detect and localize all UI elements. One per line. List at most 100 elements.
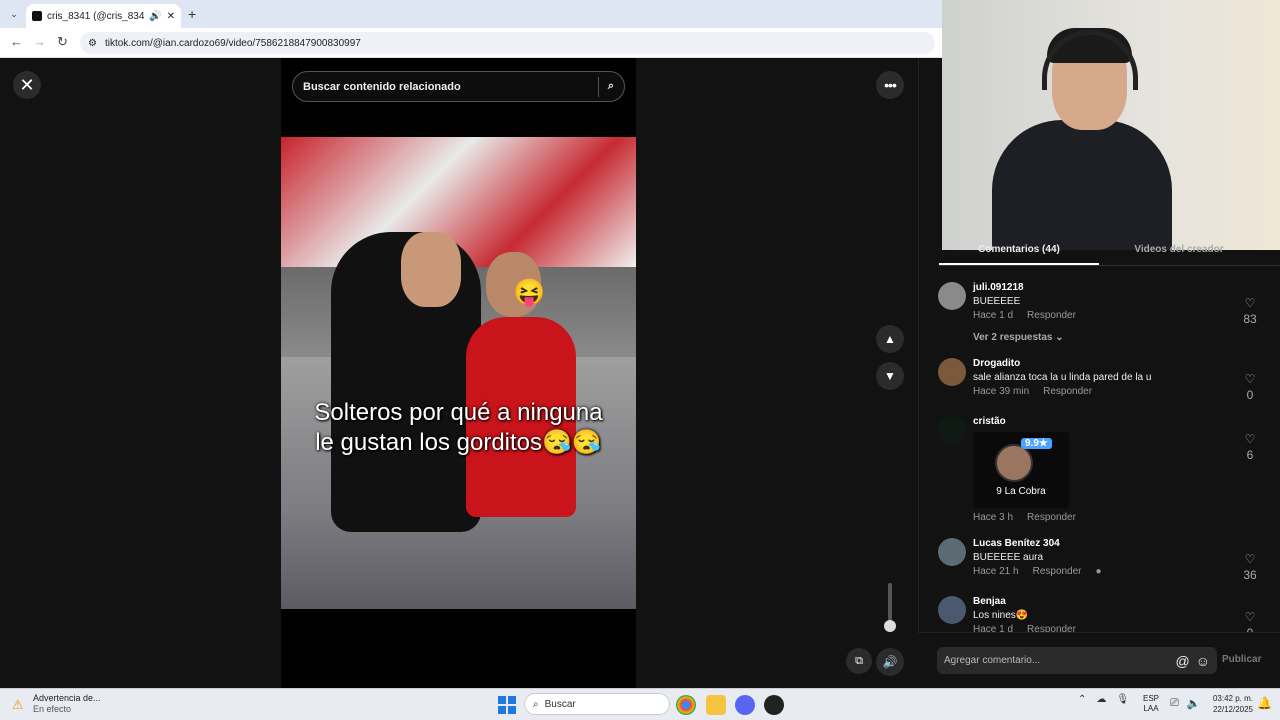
video-caption: Solteros por qué a ninguna le gustan los… [281,398,636,458]
tiktok-favicon-icon [32,11,42,21]
video-player[interactable]: 😝 [281,137,636,609]
like-count: 6 [1246,448,1254,462]
avatar[interactable] [938,282,966,310]
microphone-icon[interactable]: 🎙 [1116,694,1129,705]
browser-tab[interactable]: cris_8341 (@cris_8341) | Tik 🔊 ✕ [26,4,181,28]
comment-text: BUEEEEE aura [973,552,1044,563]
file-explorer-icon[interactable] [706,695,726,715]
search-placeholder: Buscar contenido relacionado [303,80,461,93]
comment-text: Los nines😍 [973,610,1029,621]
reply-button[interactable]: Responder [1043,386,1092,397]
comment-sticker: 9.9★ 9 La Cobra [973,432,1069,508]
next-video-icon[interactable]: ▼ [876,362,904,390]
heart-icon[interactable]: ♡ [1245,432,1256,446]
caption-line-1: Solteros por qué a ninguna [314,399,603,426]
weather-warning-title[interactable]: Advertencia de... [33,693,101,703]
comment-time: Hace 3 h [973,512,1014,523]
url-text: tiktok.com/@ian.cardozo69/video/75862188… [104,37,361,49]
mention-icon[interactable]: @ [1175,653,1189,669]
search-icon: ⌕ [533,698,539,710]
heart-icon[interactable]: ♡ [1245,296,1256,310]
comment-input[interactable]: Agregar comentario... @ ☺ [937,647,1217,674]
rating-badge: 9.9★ [1021,438,1052,449]
discord-icon[interactable] [735,695,755,715]
chevron-up-icon[interactable]: ⌃ [1078,694,1086,705]
weather-warning-subtitle: En efecto [33,704,72,714]
search-icon[interactable]: ⌕ [608,80,614,93]
comment-user[interactable]: cristão [973,416,1006,427]
notification-icon[interactable]: 🔔 [1257,696,1272,710]
picture-in-picture-icon[interactable]: ⧉ [846,648,872,674]
like-count: 36 [1243,568,1257,582]
sticker-label: 9 La Cobra [996,486,1046,497]
clock-date: 22/12/2025 [1212,705,1253,714]
reply-button[interactable]: Responder [1027,310,1076,321]
obs-icon[interactable] [764,695,784,715]
close-icon[interactable]: ✕ [13,71,41,99]
tab-list-icon[interactable]: ⌄ [6,6,22,22]
reply-button[interactable]: Responder [1027,624,1076,632]
chrome-icon[interactable] [676,695,696,715]
comment-user[interactable]: Benjaa [973,596,1006,607]
avatar[interactable] [938,358,966,386]
site-info-icon[interactable]: ⚙ [88,38,97,49]
comment-time: Hace 1 d [973,310,1014,321]
webcam-overlay [942,0,1280,250]
heart-icon[interactable]: ♡ [1245,372,1256,386]
tab-creator-videos[interactable]: Videos del creador [1099,244,1259,255]
sticker-avatar [995,444,1033,482]
reload-icon[interactable]: ↻ [57,34,68,50]
comment-placeholder: Agregar comentario... [944,655,1041,666]
view-replies-button[interactable]: Ver 2 respuestas ⌄ [973,332,1064,343]
comment-user[interactable]: juli.091218 [973,282,1024,293]
taskbar-search[interactable]: ⌕ Buscar [524,693,670,715]
speaker-icon: 🔈 [1186,698,1201,710]
comment-meta: Hace 3 h Responder [973,512,1076,523]
emoji-icon[interactable]: ☺ [1196,653,1210,669]
heart-icon[interactable]: ♡ [1245,610,1256,624]
windows-start-icon[interactable] [498,696,516,714]
comment-text: BUEEEEE [973,296,1021,307]
comment-time: Hace 1 d [973,624,1014,632]
warning-icon[interactable]: ⚠ [12,697,28,712]
language-indicator[interactable]: ESP LAA [1143,694,1159,714]
keyboard-layout: LAA [1143,704,1159,713]
system-tray: ⌃ ☁ 🎙 [1078,694,1129,705]
man-head [401,232,461,307]
search-divider [597,76,599,97]
comment-time: Hace 21 h [973,566,1019,577]
reply-button[interactable]: Responder [1027,512,1076,523]
avatar[interactable] [938,596,966,624]
new-tab-button[interactable]: + [188,6,196,22]
creator-liked-icon: ● [1095,566,1102,577]
tab-comments[interactable]: Comentarios (44) [939,244,1099,255]
heart-icon[interactable]: ♡ [1245,552,1256,566]
caption-line-2: le gustan los gorditos😪😪 [315,429,602,456]
comment-item: Benjaa Los nines😍 Hace 1 d Responder ♡ 0 [938,596,1258,632]
quick-settings[interactable]: ⎚ 🔈 [1170,697,1201,710]
taskbar-search-label: Buscar [544,698,576,710]
more-options-icon[interactable]: ••• [876,71,904,99]
network-icon: ⎚ [1170,697,1179,709]
back-icon[interactable]: ← [10,34,23,49]
speaker-icon[interactable]: 🔊 [149,11,161,22]
reply-button[interactable]: Responder [1033,566,1082,577]
tongue-emoji-icon: 😝 [513,277,546,307]
panel-tabs: Comentarios (44) Videos del creador [939,244,1280,266]
previous-video-icon[interactable]: ▲ [876,325,904,353]
url-field[interactable]: ⚙ tiktok.com/@ian.cardozo69/video/758621… [80,32,935,54]
forward-icon[interactable]: → [33,34,46,49]
avatar[interactable] [938,416,966,444]
onedrive-icon[interactable]: ☁ [1096,694,1106,705]
tab-title: cris_8341 (@cris_8341) | Tik [47,10,145,22]
comment-user[interactable]: Drogadito [973,358,1020,369]
avatar[interactable] [938,538,966,566]
search-input[interactable]: Buscar contenido relacionado ⌕ [292,71,625,102]
clock[interactable]: 03:42 p. m. 22/12/2025 [1205,693,1253,715]
comment-user[interactable]: Lucas Benítez 304 [973,538,1060,549]
tab-close-icon[interactable]: ✕ [167,11,175,22]
volume-knob[interactable] [884,620,896,632]
comment-time: Hace 39 min [973,386,1030,397]
volume-icon[interactable]: 🔊 [876,648,904,676]
publish-button[interactable]: Publicar [1222,654,1261,665]
